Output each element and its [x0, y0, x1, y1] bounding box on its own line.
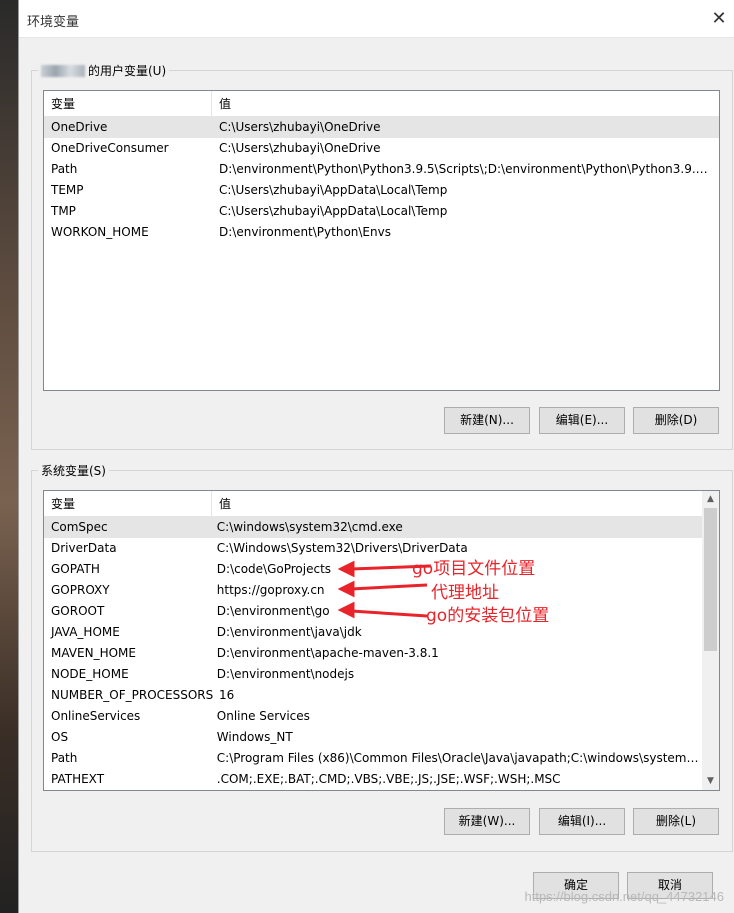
annotation-goroot: go的安装包位置 — [426, 606, 550, 626]
variable-name: JAVA_HOME — [51, 625, 120, 639]
variable-value: C:\Users\zhubayi\OneDrive — [219, 120, 381, 134]
variable-value: D:\environment\Python\Envs — [219, 225, 391, 239]
variable-value: .COM;.EXE;.BAT;.CMD;.VBS;.VBE;.JS;.JSE;.… — [216, 772, 561, 786]
scroll-thumb[interactable] — [704, 508, 717, 651]
variable-name: Path — [51, 751, 78, 765]
window-title: 环境变量 — [27, 15, 80, 30]
variable-value: Windows_NT — [216, 730, 293, 744]
system-new-button[interactable]: 新建(W)... — [444, 808, 530, 835]
system-delete-button[interactable]: 删除(L) — [633, 808, 719, 835]
variable-value: 16 — [219, 688, 235, 702]
environment-variables-dialog: 环境变量 ✕ 的用户变量(U) 变量 值 OneDrive C:\Users\zh… — [18, 0, 734, 913]
blurred-username — [41, 64, 85, 77]
variable-value: C:\Program Files (x86)\Common Files\Orac… — [216, 751, 703, 765]
column-header-name[interactable]: 变量 — [44, 491, 212, 516]
variable-name: PATHEXT — [51, 772, 105, 786]
variable-name: Path — [51, 162, 78, 176]
arrow-goroot — [350, 609, 428, 618]
scroll-up-icon[interactable]: ▲ — [702, 491, 719, 508]
arrow-goproxy — [350, 583, 428, 591]
table-row[interactable]: WORKON_HOME D:\environment\Python\Envs — [44, 222, 719, 243]
list-header: 变量 值 — [44, 91, 719, 117]
table-row[interactable]: PATHEXT .COM;.EXE;.BAT;.CMD;.VBS;.VBE;.JS… — [44, 769, 703, 790]
variable-name: ComSpec — [51, 520, 108, 534]
variable-value: D:\environment\nodejs — [216, 667, 355, 681]
user-rows: OneDrive C:\Users\zhubayi\OneDrive OneDriv… — [44, 117, 719, 243]
table-row[interactable]: OneDrive C:\Users\zhubayi\OneDrive — [44, 117, 719, 138]
variable-name: OneDrive — [51, 120, 108, 134]
arrow-head-goproxy — [337, 580, 355, 598]
column-header-value[interactable]: 值 — [212, 91, 231, 116]
system-variables-list[interactable]: 变量 值 ComSpec C:\windows\system32\cmd.exe D… — [43, 490, 720, 791]
table-row[interactable]: NUMBER_OF_PROCESSORS 16 — [44, 685, 703, 706]
vertical-scrollbar[interactable]: ▲ ▼ — [702, 491, 719, 790]
variable-name: GOROOT — [51, 604, 105, 618]
table-row[interactable]: OnlineServices Online Services — [44, 706, 703, 727]
variable-name: NODE_HOME — [51, 667, 129, 681]
variable-value: C:\Users\zhubayi\AppData\Local\Temp — [219, 183, 448, 197]
title-bar: 环境变量 ✕ — [19, 0, 734, 38]
user-edit-button[interactable]: 编辑(E)... — [539, 407, 625, 434]
variable-name: TMP — [51, 204, 76, 218]
system-variables-group: 系统变量(S) 变量 值 ComSpec C:\windows\system32\… — [31, 462, 733, 852]
variable-name: TEMP — [51, 183, 84, 197]
table-row[interactable]: OS Windows_NT — [44, 727, 703, 748]
user-variables-label: 的用户变量(U) — [38, 62, 170, 79]
variable-name: GOPROXY — [51, 583, 110, 597]
table-row[interactable]: TEMP C:\Users\zhubayi\AppData\Local\Temp — [44, 180, 719, 201]
table-row[interactable]: NODE_HOME D:\environment\nodejs — [44, 664, 703, 685]
variable-value: C:\windows\system32\cmd.exe — [216, 520, 403, 534]
annotation-gopath: go项目文件位置 — [412, 559, 536, 579]
variable-value: C:\Users\zhubayi\OneDrive — [219, 141, 381, 155]
system-edit-button[interactable]: 编辑(I)... — [539, 808, 625, 835]
close-icon[interactable]: ✕ — [706, 6, 732, 32]
table-row[interactable]: MAVEN_HOME D:\environment\apache-maven-3.… — [44, 643, 703, 664]
column-header-name[interactable]: 变量 — [44, 91, 212, 116]
table-row[interactable]: Path C:\Program Files (x86)\Common Files\… — [44, 748, 703, 769]
variable-name: OnlineServices — [51, 709, 141, 723]
user-new-button[interactable]: 新建(N)... — [444, 407, 530, 434]
column-header-value[interactable]: 值 — [212, 491, 231, 516]
user-delete-button[interactable]: 删除(D) — [633, 407, 719, 434]
variable-name: OS — [51, 730, 69, 744]
watermark: https://blog.csdn.net/qq_44732146 — [524, 889, 725, 904]
variable-name: MAVEN_HOME — [51, 646, 136, 660]
system-variables-label: 系统变量(S) — [38, 462, 109, 479]
user-variables-group: 的用户变量(U) 变量 值 OneDrive C:\Users\zhubayi\O… — [31, 62, 733, 450]
variable-value: C:\Users\zhubayi\AppData\Local\Temp — [219, 204, 448, 218]
variable-name: OneDriveConsumer — [51, 141, 169, 155]
variable-name: NUMBER_OF_PROCESSORS — [51, 688, 214, 702]
desktop-background — [0, 0, 18, 913]
scroll-down-icon[interactable]: ▼ — [702, 773, 719, 790]
annotation-goproxy: 代理地址 — [431, 583, 499, 603]
variable-value: D:\environment\apache-maven-3.8.1 — [216, 646, 439, 660]
user-variables-list[interactable]: 变量 值 OneDrive C:\Users\zhubayi\OneDrive On… — [43, 90, 720, 391]
variable-name: GOPATH — [51, 562, 100, 576]
arrow-head-goroot — [337, 601, 355, 619]
variable-value: Online Services — [216, 709, 310, 723]
list-header: 变量 值 — [44, 491, 703, 517]
variable-value: D:\environment\Python\Python3.9.5\Script… — [219, 162, 712, 176]
table-row[interactable]: Path D:\environment\Python\Python3.9.5\Sc… — [44, 159, 719, 180]
variable-name: WORKON_HOME — [51, 225, 149, 239]
table-row[interactable]: ComSpec C:\windows\system32\cmd.exe — [44, 517, 703, 538]
table-row[interactable]: TMP C:\Users\zhubayi\AppData\Local\Temp — [44, 201, 719, 222]
variable-name: DriverData — [51, 541, 117, 555]
arrow-head-gopath — [337, 560, 355, 578]
table-row[interactable]: OneDriveConsumer C:\Users\zhubayi\OneDriv… — [44, 138, 719, 159]
